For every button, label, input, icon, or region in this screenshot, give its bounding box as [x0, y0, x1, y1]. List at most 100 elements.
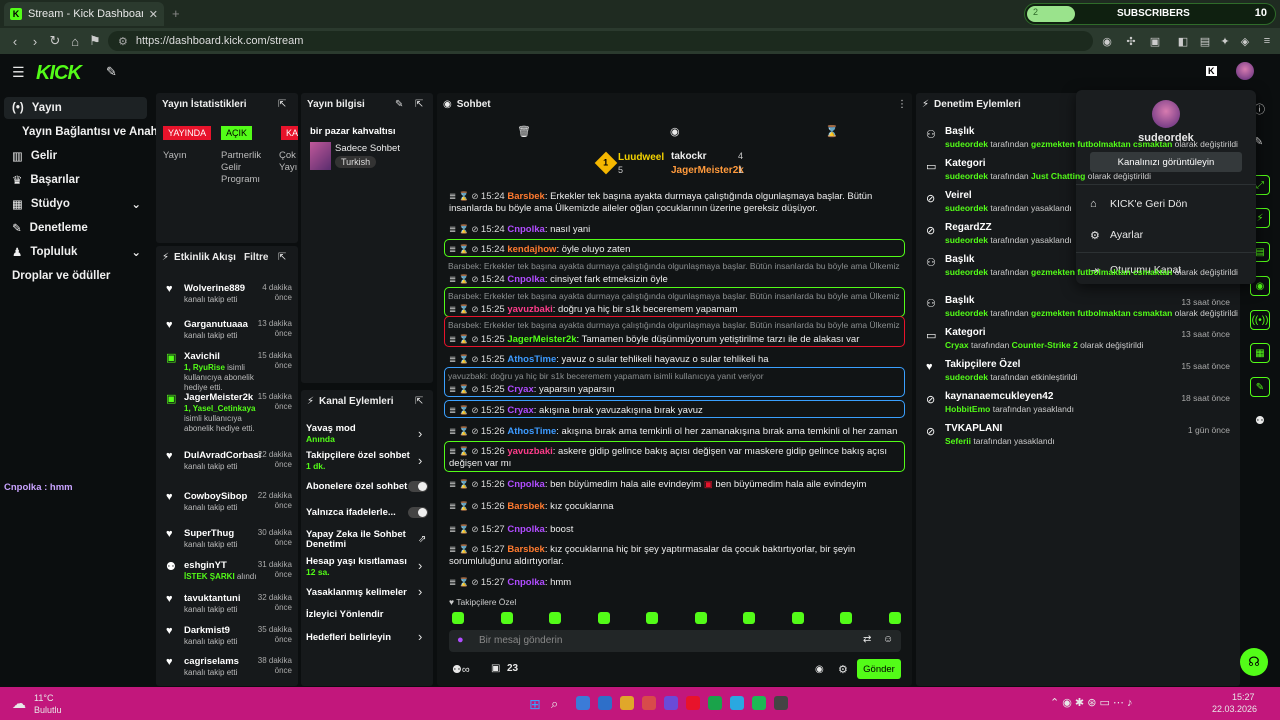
message-username[interactable]: Barsbek [507, 191, 545, 202]
shield-icon[interactable]: ◈ [1238, 34, 1252, 48]
message-menu-icon[interactable]: ≣ ⌛ ⊘ [449, 577, 481, 587]
browser-tab[interactable]: K Stream - Kick Dashboard ✕ [4, 2, 164, 26]
start-icon[interactable]: ⊞ [529, 696, 541, 713]
rail-button-stats[interactable]: ▦ [1250, 343, 1270, 363]
ai-icon[interactable]: ✦ [1218, 34, 1232, 48]
emote-icon[interactable] [743, 612, 755, 624]
nav-stream-key[interactable]: Yayın Bağlantısı ve Anahtarı [4, 121, 176, 143]
hamburger-icon[interactable]: ☰ [12, 64, 25, 81]
message-username[interactable]: Cnpolka [507, 524, 544, 535]
message-username[interactable]: yavuzbaki [507, 446, 552, 457]
emote-icon[interactable] [452, 612, 464, 624]
subs-only-toggle[interactable] [408, 481, 428, 492]
nav-stream[interactable]: (•) Yayın [4, 97, 147, 119]
ai-moderation-action[interactable]: Yapay Zeka ile Sohbet Denetimi [306, 530, 430, 550]
message-username[interactable]: Cnpolka [507, 224, 544, 235]
wallet-icon[interactable]: ▤ [1198, 34, 1212, 48]
emoji-icon[interactable]: ☺ [883, 634, 893, 645]
activity-user[interactable]: Xavichil [184, 351, 220, 362]
emotes-only-toggle[interactable] [408, 507, 428, 518]
nav-achievements[interactable]: ♛ Başarılar [4, 169, 147, 191]
puzzle-icon[interactable]: ✣ [1124, 34, 1138, 48]
message-menu-icon[interactable]: ≣ ⌛ ⊘ [449, 244, 481, 254]
url-text[interactable]: https://dashboard.kick.com/stream [136, 35, 304, 47]
emote-icon[interactable] [888, 612, 901, 624]
activity-user[interactable]: Darkmist9 [184, 625, 230, 636]
message-menu-icon[interactable]: ≣ ⌛ ⊘ [449, 426, 481, 436]
taskbar-app-icon[interactable] [774, 696, 788, 710]
message-username[interactable]: Barsbek [507, 544, 545, 555]
goals-action[interactable]: Hedefleri belirleyin [306, 632, 430, 643]
taskbar-app-icon[interactable] [576, 696, 590, 710]
send-button[interactable]: Gönder [857, 659, 901, 679]
banned-words-action[interactable]: Yasaklanmış kelimeler [306, 587, 430, 598]
message-menu-icon[interactable]: ≣ ⌛ ⊘ [449, 384, 481, 394]
followers-only-action[interactable]: Takipçilere özel sohbet 1 dk. [306, 450, 430, 471]
gear-icon[interactable]: ⚙ [838, 663, 848, 676]
emote-icon[interactable] [597, 612, 610, 624]
activity-user[interactable]: eshginYT [184, 560, 227, 571]
nav-moderation[interactable]: ✎ Denetleme [4, 217, 147, 239]
message-menu-icon[interactable]: ≣ ⌛ ⊘ [449, 446, 481, 456]
sidebar-icon[interactable]: ◧ [1176, 34, 1190, 48]
moderator-name[interactable]: Seferii [945, 436, 971, 446]
activity-user[interactable]: SuperThug [184, 528, 234, 539]
activity-user[interactable]: CowboySibop [184, 491, 247, 502]
message-menu-icon[interactable]: ≣ ⌛ ⊘ [449, 501, 481, 511]
activity-user[interactable]: JagerMeister2k [184, 392, 253, 403]
mic-icon[interactable]: ● [457, 634, 464, 646]
moderator-name[interactable]: sudeordek [945, 235, 988, 245]
moderator-name[interactable]: Cryax [945, 340, 969, 350]
moderator-name[interactable]: sudeordek [945, 308, 988, 318]
new-tab-button[interactable]: + [172, 6, 180, 21]
taskbar-app-icon[interactable] [686, 696, 700, 710]
message-username[interactable]: Barsbek [507, 501, 545, 512]
message-username[interactable]: Cnpolka [507, 577, 544, 588]
extension-icon[interactable]: ◉ [1100, 34, 1114, 48]
system-tray[interactable]: ⌃ ◉ ✱ ⊛ ▭ ⋯ ♪ [1050, 696, 1132, 709]
moderator-name[interactable]: sudeordek [945, 267, 988, 277]
activity-user[interactable]: tavuktantuni [184, 593, 240, 604]
clock-date[interactable]: 22.03.2026 [1212, 704, 1257, 714]
screenshot-icon[interactable]: ▣ [1148, 34, 1162, 48]
moderator-name[interactable]: sudeordek [945, 139, 988, 149]
message-menu-icon[interactable]: ≣ ⌛ ⊘ [449, 274, 481, 284]
taskbar-app-icon[interactable] [730, 696, 744, 710]
taskbar-app-icon[interactable] [664, 696, 678, 710]
nav-studio[interactable]: ▦ Stüdyo ⌄ [4, 193, 147, 215]
message-menu-icon[interactable]: ≣ ⌛ ⊘ [449, 354, 481, 364]
hourglass-icon[interactable]: ⌛ [825, 125, 839, 138]
trash-icon[interactable]: 🗑 [517, 125, 531, 138]
moderator-name[interactable]: sudeordek [945, 171, 988, 181]
popout-icon[interactable]: ⇱ [278, 99, 286, 110]
taskbar-app-icon[interactable] [642, 696, 656, 710]
chat-bubble-icon[interactable]: ◉ [815, 664, 824, 675]
chat-settings-icon[interactable]: ◉ [670, 125, 680, 138]
bookmark-icon[interactable]: ⚑ [86, 32, 104, 50]
activity-user[interactable]: Wolverine889 [184, 283, 245, 294]
moderator-name[interactable]: sudeordek [945, 372, 988, 382]
popout-icon[interactable]: ⇱ [278, 252, 286, 263]
redirect-action[interactable]: İzleyici Yönlendir [306, 609, 430, 620]
nav-revenue[interactable]: ▥ Gelir [4, 145, 147, 167]
activity-user[interactable]: DulAvradCorbasi [184, 450, 261, 461]
message-menu-icon[interactable]: ≣ ⌛ ⊘ [449, 544, 481, 554]
popout-icon[interactable]: ⇱ [415, 396, 423, 407]
moderator-name[interactable]: HobbitEmo [945, 404, 990, 414]
rail-button-live[interactable]: ((•)) [1250, 310, 1270, 330]
message-menu-icon[interactable]: ≣ ⌛ ⊘ [449, 334, 481, 344]
emote-icon[interactable] [549, 612, 561, 624]
message-username[interactable]: kendajhow [507, 244, 556, 255]
activity-user[interactable]: cagriselams [184, 656, 239, 667]
menu-icon[interactable]: ≡ [1260, 34, 1274, 48]
site-info-icon[interactable]: ⚙ [118, 35, 128, 48]
emote-icon[interactable] [840, 612, 852, 624]
rail-button-tools[interactable]: ✎ [1250, 377, 1270, 397]
message-username[interactable]: AthosTime [507, 354, 556, 365]
search-icon[interactable]: ⌕ [551, 696, 558, 712]
taskbar-app-icon[interactable] [752, 696, 766, 710]
message-username[interactable]: AthosTime [507, 426, 556, 437]
reload-icon[interactable]: ↻ [46, 32, 64, 50]
points-icon[interactable]: ⚉∞ [452, 663, 470, 676]
home-icon[interactable]: ⌂ [66, 32, 84, 50]
